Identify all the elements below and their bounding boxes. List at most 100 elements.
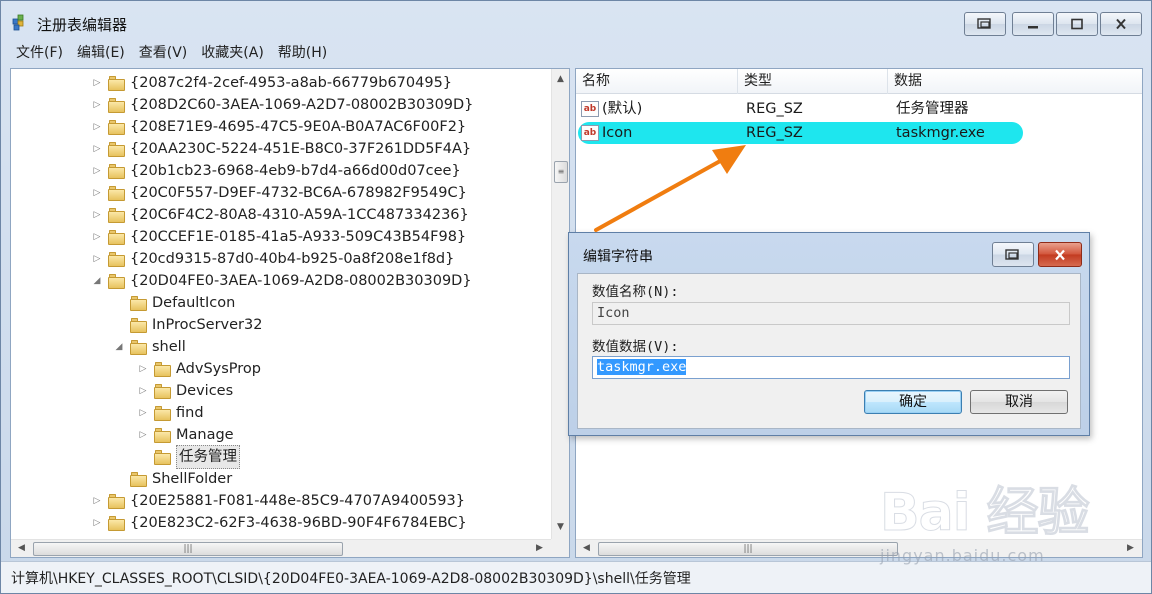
tree-node[interactable]: ▷ {208E71E9-4695-47C5-9E0A-B0A7AC6F00F2}: [91, 116, 467, 138]
expand-arrow-icon[interactable]: ▷: [91, 226, 103, 248]
expand-arrow-icon[interactable]: ▷: [137, 402, 149, 424]
tree-node-label: {20b1cb23-6968-4eb9-b7d4-a66d00d07cee}: [130, 163, 461, 179]
list-item[interactable]: ab (默认) REG_SZ 任务管理器: [578, 98, 1023, 120]
tree-node[interactable]: ▷ {20C6F4C2-80A8-4310-A59A-1CC487334236}: [91, 204, 469, 226]
expand-arrow-icon[interactable]: ▷: [91, 204, 103, 226]
tree-node[interactable]: ▷ {20E25881-F081-448e-85C9-4707A9400593}: [91, 490, 465, 512]
tree-node-label: 任务管理: [176, 445, 240, 469]
tree-node-label: AdvSysProp: [176, 361, 261, 377]
menu-favorites[interactable]: 收藏夹(A): [194, 41, 271, 65]
expand-arrow-icon[interactable]: ▷: [91, 94, 103, 116]
cancel-button[interactable]: 取消: [970, 390, 1068, 414]
expand-arrow-icon[interactable]: ▷: [137, 424, 149, 446]
value-name-field: Icon: [592, 302, 1070, 325]
tree-node[interactable]: InProcServer32: [113, 314, 262, 336]
watermark-url: jingyan.baidu.com: [880, 546, 1045, 565]
menu-file[interactable]: 文件(F): [9, 41, 70, 65]
tree-horizontal-scrollbar[interactable]: ◀ ||| ▶: [11, 539, 552, 557]
tree-node[interactable]: ▷ {20AA230C-5224-451E-B8C0-37F261DD5F4A}: [91, 138, 472, 160]
expand-arrow-icon[interactable]: ▷: [91, 512, 103, 534]
tree-node-label: {20E823C2-62F3-4638-96BD-90F4F6784EBC}: [130, 515, 467, 531]
expand-arrow-icon[interactable]: ▷: [137, 380, 149, 402]
column-name-header[interactable]: 名称: [576, 69, 738, 94]
scroll-down-arrow-icon[interactable]: ▼: [552, 519, 569, 536]
list-header: 名称 类型 数据: [576, 69, 1142, 94]
tree-node[interactable]: ▷ {208D2C60-3AEA-1069-A2D7-08002B30309D}: [91, 94, 474, 116]
folder-icon: [108, 75, 126, 91]
expand-arrow-icon[interactable]: ▷: [91, 138, 103, 160]
title-bar: 注册表编辑器: [1, 1, 1151, 41]
tree-vertical-scrollbar[interactable]: ▲ ≡ ▼: [551, 69, 569, 539]
tree-node[interactable]: ShellFolder: [113, 468, 232, 490]
expand-arrow-icon[interactable]: ▷: [91, 182, 103, 204]
column-type-header[interactable]: 类型: [738, 69, 888, 94]
tree-hscroll-thumb[interactable]: |||: [33, 542, 343, 556]
tree-node[interactable]: ▷ {20C0F557-D9EF-4732-BC6A-678982F9549C}: [91, 182, 467, 204]
scroll-right-arrow-icon[interactable]: ▶: [531, 540, 548, 557]
tree-node[interactable]: ▷ Devices: [137, 380, 234, 402]
baidu-jingyan-watermark: Bai 经验 jingyan.baidu.com: [880, 470, 1142, 590]
tree-node[interactable]: ▷ {20E823C2-62F3-4638-96BD-90F4F6784EBC}: [91, 512, 467, 534]
scroll-left-arrow-icon[interactable]: ◀: [578, 540, 595, 557]
expand-arrow-icon[interactable]: ▷: [91, 116, 103, 138]
list-item-selected[interactable]: ab Icon REG_SZ taskmgr.exe: [578, 122, 1023, 144]
tree-node-label: {208E71E9-4695-47C5-9E0A-B0A7AC6F00F2}: [130, 119, 467, 135]
tree-node[interactable]: DefaultIcon: [113, 292, 235, 314]
value-name: (默认): [602, 101, 643, 117]
folder-icon: [108, 163, 126, 179]
tree-node-label: {2087c2f4-2cef-4953-a8ab-66779b670495}: [130, 75, 453, 91]
folder-icon: [108, 273, 126, 289]
restore-button[interactable]: [964, 12, 1006, 36]
expand-arrow-icon[interactable]: ▷: [91, 248, 103, 270]
scroll-left-arrow-icon[interactable]: ◀: [13, 540, 30, 557]
scroll-up-arrow-icon[interactable]: ▲: [552, 71, 569, 88]
value-type: REG_SZ: [746, 125, 803, 141]
tree-node[interactable]: ▷ find: [137, 402, 204, 424]
maximize-button[interactable]: [1056, 12, 1098, 36]
value-type: REG_SZ: [746, 101, 803, 117]
tree-node[interactable]: ◢ shell: [113, 336, 186, 358]
expand-arrow-icon[interactable]: ▷: [137, 358, 149, 380]
tree-node[interactable]: ▷ {2087c2f4-2cef-4953-a8ab-66779b670495}: [91, 72, 453, 94]
tree-node[interactable]: ▷ AdvSysProp: [137, 358, 261, 380]
tree-node-label: Devices: [176, 383, 234, 399]
edit-string-dialog: 编辑字符串 数值名称(N): Icon 数值数据(V): taskmgr.exe…: [568, 232, 1090, 436]
folder-icon: [154, 383, 172, 399]
window-title: 注册表编辑器: [37, 16, 128, 34]
dialog-close-button[interactable]: [1038, 242, 1082, 267]
tree-node[interactable]: ▷ {20cd9315-87d0-40b4-b925-0a8f208e1f8d}: [91, 248, 455, 270]
value-data: taskmgr.exe: [896, 125, 985, 141]
menu-help[interactable]: 帮助(H): [271, 41, 334, 65]
tree-node-label: {20C6F4C2-80A8-4310-A59A-1CC487334236}: [130, 207, 469, 223]
menu-edit[interactable]: 编辑(E): [70, 41, 132, 65]
dialog-restore-button[interactable]: [992, 242, 1034, 267]
collapse-arrow-icon[interactable]: ◢: [91, 270, 103, 292]
tree-node[interactable]: ▷ {20CCEF1E-0185-41a5-A933-509C43B54F98}: [91, 226, 467, 248]
tree-node[interactable]: ◢ {20D04FE0-3AEA-1069-A2D8-08002B30309D}: [91, 270, 472, 292]
string-value-icon: ab: [581, 125, 599, 141]
scroll-corner: [551, 539, 569, 557]
tree-node-label: {20CCEF1E-0185-41a5-A933-509C43B54F98}: [130, 229, 467, 245]
expand-arrow-icon[interactable]: ▷: [91, 72, 103, 94]
expand-arrow-icon[interactable]: ▷: [91, 160, 103, 182]
key-tree-pane[interactable]: ▷ {2087c2f4-2cef-4953-a8ab-66779b670495} ▷…: [10, 68, 570, 558]
ok-button[interactable]: 确定: [864, 390, 962, 414]
value-data-input[interactable]: taskmgr.exe: [592, 356, 1070, 379]
folder-icon: [130, 471, 148, 487]
close-button[interactable]: [1100, 12, 1142, 36]
tree-node-label: shell: [152, 339, 186, 355]
tree-node[interactable]: ▷ Manage: [137, 424, 234, 446]
menu-view[interactable]: 查看(V): [132, 41, 195, 65]
tree-node[interactable]: ▷ {20b1cb23-6968-4eb9-b7d4-a66d00d07cee}: [91, 160, 461, 182]
status-path: 计算机\HKEY_CLASSES_ROOT\CLSID\{20D04FE0-3A…: [11, 571, 691, 587]
tree-vscroll-thumb[interactable]: ≡: [554, 161, 568, 183]
collapse-arrow-icon[interactable]: ◢: [113, 336, 125, 358]
tree-node-label: {20cd9315-87d0-40b4-b925-0a8f208e1f8d}: [130, 251, 455, 267]
expand-arrow-icon[interactable]: ▷: [91, 490, 103, 512]
folder-icon: [108, 185, 126, 201]
list-hscroll-thumb[interactable]: |||: [598, 542, 898, 556]
column-data-header[interactable]: 数据: [888, 69, 1142, 94]
tree-node[interactable]: 任务管理: [137, 445, 240, 469]
folder-icon: [108, 97, 126, 113]
minimize-button[interactable]: [1012, 12, 1054, 36]
